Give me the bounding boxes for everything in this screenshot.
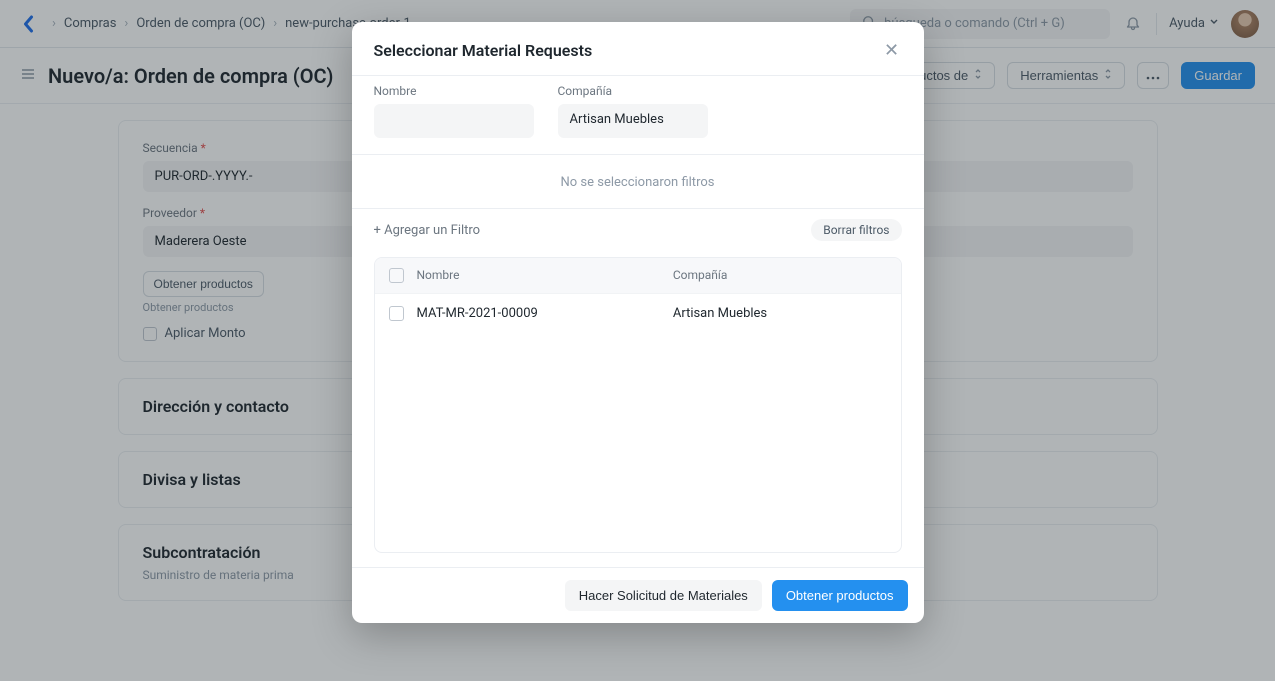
table-row[interactable]: MAT-MR-2021-00009 Artisan Muebles	[375, 293, 901, 333]
cell-name: MAT-MR-2021-00009	[417, 306, 673, 321]
modal-title: Seleccionar Material Requests	[374, 41, 882, 60]
material-requests-modal: Seleccionar Material Requests ✕ Nombre C…	[352, 22, 924, 623]
close-icon[interactable]: ✕	[882, 40, 902, 61]
modal-company-label: Compañía	[558, 84, 708, 98]
no-filters-text: No se seleccionaron filtros	[374, 155, 902, 208]
results-table: Nombre Compañía MAT-MR-2021-00009 Artisa…	[374, 257, 902, 553]
row-checkbox[interactable]	[389, 306, 404, 321]
get-products-primary-button[interactable]: Obtener productos	[772, 580, 908, 611]
modal-body: Nombre Compañía Artisan Muebles No se se…	[352, 76, 924, 567]
cell-company: Artisan Muebles	[673, 306, 887, 321]
th-company: Compañía	[673, 268, 887, 283]
clear-filters-button[interactable]: Borrar filtros	[811, 219, 901, 241]
make-request-label: Hacer Solicitud de Materiales	[579, 588, 748, 603]
modal-overlay: Seleccionar Material Requests ✕ Nombre C…	[0, 0, 1275, 681]
select-all-checkbox[interactable]	[389, 268, 404, 283]
modal-name-label: Nombre	[374, 84, 534, 98]
modal-footer: Hacer Solicitud de Materiales Obtener pr…	[352, 567, 924, 623]
table-header: Nombre Compañía	[375, 258, 901, 293]
modal-name-input[interactable]	[374, 104, 534, 138]
th-name: Nombre	[417, 268, 673, 283]
modal-header: Seleccionar Material Requests ✕	[352, 22, 924, 75]
make-request-button[interactable]: Hacer Solicitud de Materiales	[565, 580, 762, 611]
get-products-primary-label: Obtener productos	[786, 588, 894, 603]
add-filter-button[interactable]: + Agregar un Filtro	[374, 223, 481, 238]
modal-company-input[interactable]: Artisan Muebles	[558, 104, 708, 138]
